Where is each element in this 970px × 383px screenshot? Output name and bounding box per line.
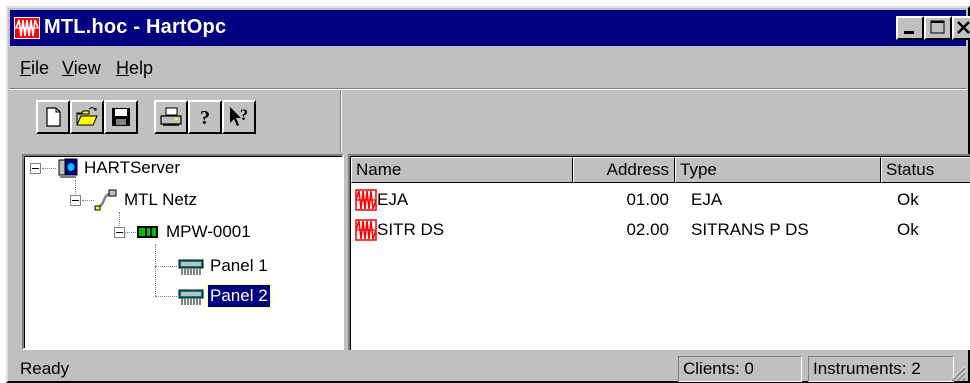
new-document-icon [46, 107, 61, 127]
menu-help[interactable]: Help [116, 58, 153, 79]
print-icon [160, 107, 182, 126]
tree-connector [155, 244, 156, 296]
minimize-button[interactable] [896, 16, 924, 40]
panel-icon [178, 259, 204, 275]
table-row[interactable]: SITR DS 02.00 SITRANS P DS Ok [351, 216, 970, 244]
tree-collapse-toggle[interactable] [70, 195, 81, 206]
context-help-icon: ? [230, 107, 248, 126]
tree-connector [155, 266, 177, 267]
maximize-icon [930, 20, 945, 34]
tree-view[interactable]: HARTServer MTL Netz MPW-0001 Panel 1 Pan… [22, 154, 344, 350]
tree-label: HARTServer [84, 158, 181, 177]
status-bar: Ready Clients: 0 Instruments: 2 [10, 354, 966, 382]
status-clients: Clients: 0 [678, 356, 802, 382]
open-folder-icon [76, 107, 98, 126]
instrument-list[interactable]: Name Address Type Status EJA 01.00 EJA O… [348, 154, 970, 350]
window-title: MTL.hoc - HartOpc [44, 16, 227, 38]
tree-connector [82, 200, 94, 201]
tree-label: Panel 1 [210, 256, 268, 275]
tree-label: MTL Netz [124, 190, 198, 209]
toolbar-divider [340, 90, 342, 152]
hart-device-icon [355, 189, 377, 211]
menu-view[interactable]: View [62, 58, 101, 79]
menu-file[interactable]: File [20, 58, 49, 79]
tree-node-panel-2[interactable]: Panel 2 [178, 284, 328, 308]
save-disk-icon [112, 108, 130, 126]
cell-address: 02.00 [626, 220, 669, 239]
cell-name: SITR DS [377, 220, 445, 239]
tree-collapse-toggle[interactable] [30, 163, 41, 174]
help-icon: ? ? [200, 107, 210, 129]
tree-collapse-toggle[interactable] [114, 227, 125, 238]
column-header-address[interactable]: Address [573, 157, 675, 183]
minimize-icon [904, 31, 914, 34]
resize-grip-icon[interactable] [948, 364, 966, 382]
device-module-icon [137, 226, 158, 238]
svg-text:?: ? [240, 107, 248, 124]
status-instruments: Instruments: 2 [808, 356, 954, 382]
context-help-button[interactable]: ? [222, 100, 256, 134]
network-cable-icon [94, 189, 117, 211]
tree-label: MPW-0001 [166, 222, 251, 241]
cell-status: Ok [897, 220, 919, 239]
column-header-type[interactable]: Type [675, 157, 881, 183]
tree-node-panel-1[interactable]: Panel 1 [178, 254, 328, 278]
maximize-button[interactable] [924, 16, 952, 40]
save-button[interactable] [104, 100, 138, 134]
cell-address: 01.00 [626, 190, 669, 209]
server-icon [58, 158, 78, 178]
hart-app-icon [14, 17, 40, 39]
column-header-name[interactable]: Name [351, 157, 573, 183]
menu-bar: File View Help [10, 52, 966, 86]
cell-type: SITRANS P DS [691, 220, 809, 239]
panel-icon [178, 289, 204, 305]
toolbar: ? ? ? [10, 90, 966, 152]
open-button[interactable] [70, 100, 104, 134]
tree-connector [124, 232, 136, 233]
new-button[interactable] [36, 100, 70, 134]
tree-node-mpw-0001[interactable]: MPW-0001 [136, 220, 336, 244]
close-button[interactable] [952, 16, 970, 40]
list-header: Name Address Type Status [351, 157, 970, 183]
cell-status: Ok [897, 190, 919, 209]
hart-device-icon [355, 219, 377, 241]
cell-type: EJA [691, 190, 723, 209]
status-ready-text: Ready [20, 359, 70, 378]
help-button[interactable]: ? ? [188, 100, 222, 134]
tree-connector [155, 296, 177, 297]
close-icon [957, 21, 970, 34]
tree-node-hartserver[interactable]: HARTServer [56, 156, 256, 180]
column-header-status[interactable]: Status [881, 157, 970, 183]
tree-label-selected: Panel 2 [207, 284, 271, 308]
title-bar[interactable]: MTL.hoc - HartOpc [10, 10, 970, 46]
cell-name: EJA [377, 190, 409, 209]
tree-connector [42, 168, 56, 169]
print-button[interactable] [154, 100, 188, 134]
table-row[interactable]: EJA 01.00 EJA Ok [351, 186, 970, 214]
tree-node-mtl-netz[interactable]: MTL Netz [94, 188, 294, 212]
app-window: MTL.hoc - HartOpc File View Help ? ? HAR… [6, 6, 970, 383]
